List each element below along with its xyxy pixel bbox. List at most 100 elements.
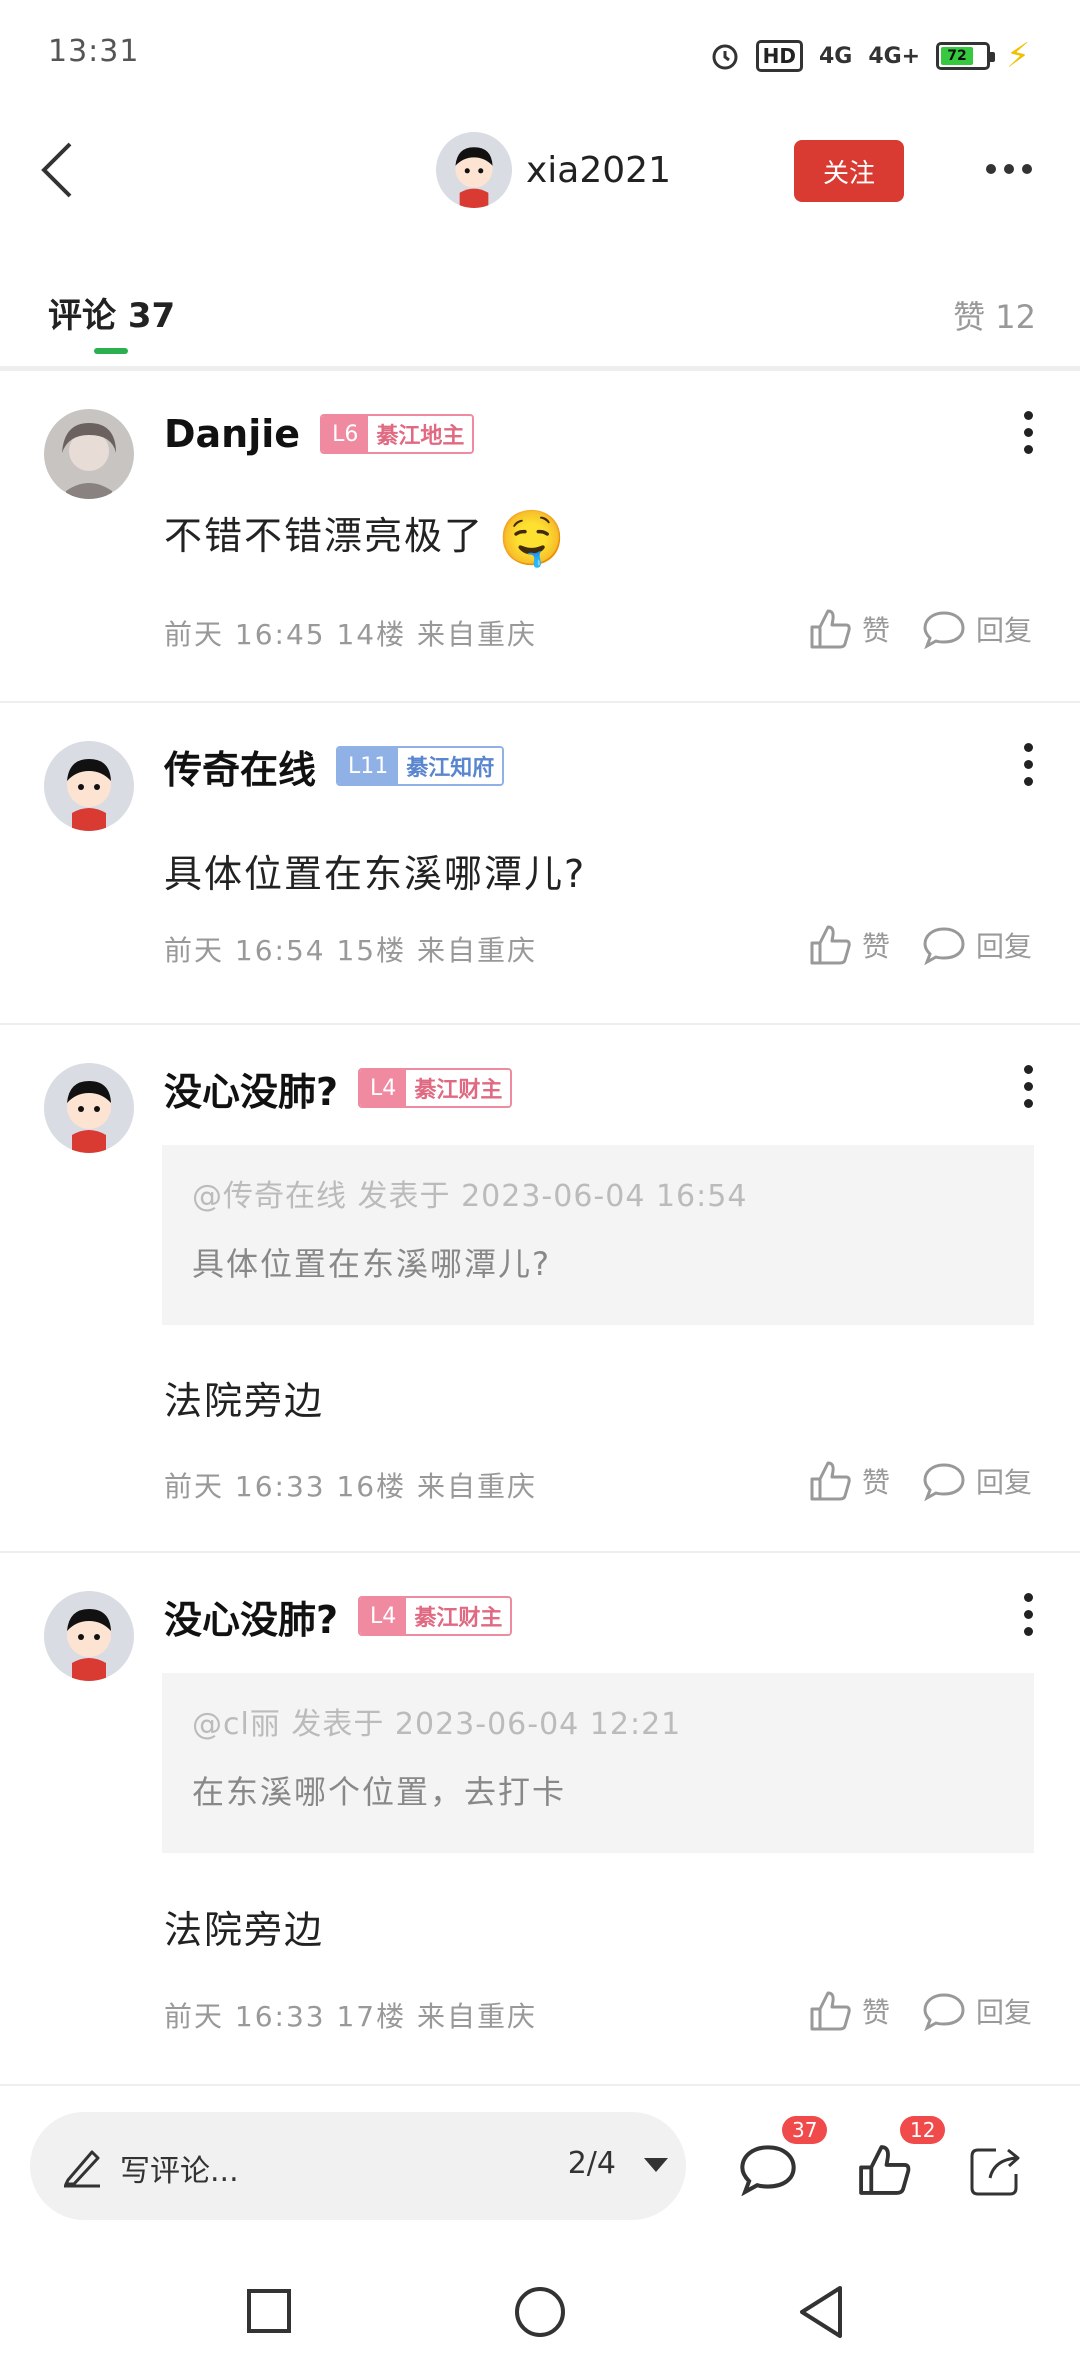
speech-bubble-icon bbox=[923, 1993, 965, 2031]
write-comment-input[interactable]: 写评论... 2/4 bbox=[30, 2112, 686, 2220]
more-vertical-icon[interactable] bbox=[1020, 411, 1036, 454]
level-title: 綦江知府 bbox=[398, 748, 503, 784]
comment-actions: 赞 回复 bbox=[808, 1989, 1032, 2033]
level-badge: L4 綦江财主 bbox=[358, 1596, 513, 1636]
reply-button[interactable]: 回复 bbox=[922, 1991, 1032, 2031]
comment-text: 具体位置在东溪哪潭儿? bbox=[164, 852, 587, 896]
avatar-image bbox=[44, 1063, 134, 1153]
commenter-header: 没心没肺? L4 綦江财主 bbox=[164, 1061, 513, 1116]
quoted-comment[interactable]: @传奇在线 发表于 2023-06-04 16:54 具体位置在东溪哪潭儿? bbox=[162, 1145, 1034, 1325]
follow-button[interactable]: 关注 bbox=[794, 140, 904, 202]
comment-count-badge: 37 bbox=[782, 2116, 828, 2144]
avatar-image bbox=[436, 132, 512, 208]
level-title: 綦江财主 bbox=[406, 1070, 511, 1106]
commenter-avatar[interactable] bbox=[44, 409, 134, 499]
level-title: 綦江地主 bbox=[368, 416, 473, 452]
reply-button[interactable]: 回复 bbox=[922, 609, 1032, 649]
network-4g-icon: 4G bbox=[818, 43, 853, 69]
comment-text-body: 不错不错漂亮极了 bbox=[164, 514, 485, 558]
reply-button[interactable]: 回复 bbox=[922, 925, 1032, 965]
comment-text: 不错不错漂亮极了 🤤 bbox=[164, 505, 567, 571]
reply-label: 回复 bbox=[975, 614, 1032, 647]
home-icon[interactable] bbox=[514, 2286, 566, 2338]
level-value: L4 bbox=[360, 1598, 407, 1634]
comment-text: 法院旁边 bbox=[164, 1908, 325, 1952]
thumbs-up-icon bbox=[859, 2145, 911, 2195]
comment-actions: 赞 回复 bbox=[808, 923, 1032, 967]
like-button[interactable]: 赞 bbox=[808, 923, 890, 967]
commenter-name[interactable]: 传奇在线 bbox=[164, 739, 316, 794]
reply-button[interactable]: 回复 bbox=[922, 1461, 1032, 1501]
commenter-avatar[interactable] bbox=[44, 1591, 134, 1681]
pencil-icon bbox=[64, 2150, 100, 2188]
more-horizontal-icon[interactable] bbox=[986, 154, 1040, 184]
level-badge: L11 綦江知府 bbox=[336, 746, 505, 786]
tab-comments-count: 37 bbox=[127, 296, 176, 336]
status-icons: HD 4G 4G+ 72 ⚡ bbox=[710, 36, 1030, 76]
author-info[interactable]: xia2021 bbox=[436, 132, 671, 208]
like-count-badge: 12 bbox=[900, 2116, 946, 2144]
commenter-header: 传奇在线 L11 綦江知府 bbox=[164, 739, 505, 794]
back-button[interactable] bbox=[28, 138, 88, 202]
avatar-image bbox=[44, 1591, 134, 1681]
level-value: L4 bbox=[360, 1070, 407, 1106]
status-time: 13:31 bbox=[48, 34, 140, 69]
speech-bubble-icon bbox=[923, 1463, 965, 1501]
thumbs-up-icon bbox=[810, 609, 851, 649]
like-post-button[interactable]: 12 bbox=[856, 2116, 946, 2202]
level-badge: L6 綦江地主 bbox=[320, 414, 475, 454]
tab-likes-label: 赞 bbox=[953, 298, 986, 336]
more-vertical-icon[interactable] bbox=[1020, 743, 1036, 786]
thumbs-up-icon bbox=[810, 1461, 851, 1501]
commenter-name[interactable]: 没心没肺? bbox=[164, 1061, 338, 1116]
quote-text: 在东溪哪个位置，去打卡 bbox=[192, 1773, 567, 1811]
more-vertical-icon[interactable] bbox=[1020, 1593, 1036, 1636]
thumbs-up-icon bbox=[810, 1991, 851, 2031]
commenter-name[interactable]: 没心没肺? bbox=[164, 1589, 338, 1644]
write-comment-placeholder: 写评论... bbox=[120, 2154, 239, 2189]
author-avatar[interactable] bbox=[436, 132, 512, 208]
comment-item: 没心没肺? L4 綦江财主 @cl丽 发表于 2023-06-04 12:21 … bbox=[0, 1553, 1080, 2084]
like-label: 赞 bbox=[861, 614, 890, 647]
commenter-header: Danjie L6 綦江地主 bbox=[164, 409, 475, 459]
reply-label: 回复 bbox=[975, 1996, 1032, 2029]
quote-meta: @传奇在线 发表于 2023-06-04 16:54 bbox=[192, 1179, 748, 1214]
quoted-comment[interactable]: @cl丽 发表于 2023-06-04 12:21 在东溪哪个位置，去打卡 bbox=[162, 1673, 1034, 1853]
comment-item: Danjie L6 綦江地主 不错不错漂亮极了 🤤 前天 16:45 14楼 来… bbox=[0, 371, 1080, 703]
share-button[interactable] bbox=[968, 2142, 1026, 2202]
commenter-avatar[interactable] bbox=[44, 1063, 134, 1153]
status-bar: 13:31 HD 4G 4G+ 72 ⚡ bbox=[0, 0, 1080, 110]
hd-icon: HD bbox=[755, 40, 803, 72]
tab-likes-count: 12 bbox=[995, 298, 1036, 336]
tab-comments[interactable]: 评论 37 bbox=[48, 288, 175, 337]
page-indicator[interactable]: 2/4 bbox=[568, 2146, 616, 2181]
chevron-down-icon[interactable] bbox=[644, 2158, 668, 2172]
back-nav-icon[interactable] bbox=[796, 2284, 846, 2340]
commenter-avatar[interactable] bbox=[44, 741, 134, 831]
commenter-name[interactable]: Danjie bbox=[164, 412, 300, 456]
tab-comments-label: 评论 bbox=[48, 296, 116, 336]
level-value: L11 bbox=[338, 748, 399, 784]
comment-meta: 前天 16:54 15楼 来自重庆 bbox=[164, 934, 538, 967]
recent-apps-icon[interactable] bbox=[246, 2288, 292, 2334]
like-button[interactable]: 赞 bbox=[808, 1989, 890, 2033]
alarm-icon bbox=[712, 44, 738, 70]
like-button[interactable]: 赞 bbox=[808, 1459, 890, 1503]
chevron-left-icon bbox=[41, 142, 72, 198]
system-nav-bar bbox=[0, 2244, 1080, 2376]
network-4g-plus-icon: 4G+ bbox=[868, 43, 921, 69]
tabs-bar: 评论 37 赞 12 bbox=[0, 278, 1080, 368]
level-badge: L4 綦江财主 bbox=[358, 1068, 513, 1108]
bottom-action-bar: 写评论... 2/4 37 12 bbox=[0, 2084, 1080, 2244]
like-button[interactable]: 赞 bbox=[808, 607, 890, 651]
comment-actions: 赞 回复 bbox=[808, 607, 1032, 651]
comments-button[interactable]: 37 bbox=[738, 2116, 828, 2200]
comment-text: 法院旁边 bbox=[164, 1379, 325, 1423]
more-vertical-icon[interactable] bbox=[1020, 1065, 1036, 1108]
reply-label: 回复 bbox=[975, 1466, 1032, 1499]
author-name[interactable]: xia2021 bbox=[526, 150, 671, 191]
comment-item: 没心没肺? L4 綦江财主 @传奇在线 发表于 2023-06-04 16:54… bbox=[0, 1025, 1080, 1553]
tab-likes[interactable]: 赞 12 bbox=[953, 292, 1036, 338]
battery-level: 72 bbox=[941, 47, 973, 65]
level-title: 綦江财主 bbox=[406, 1598, 511, 1634]
